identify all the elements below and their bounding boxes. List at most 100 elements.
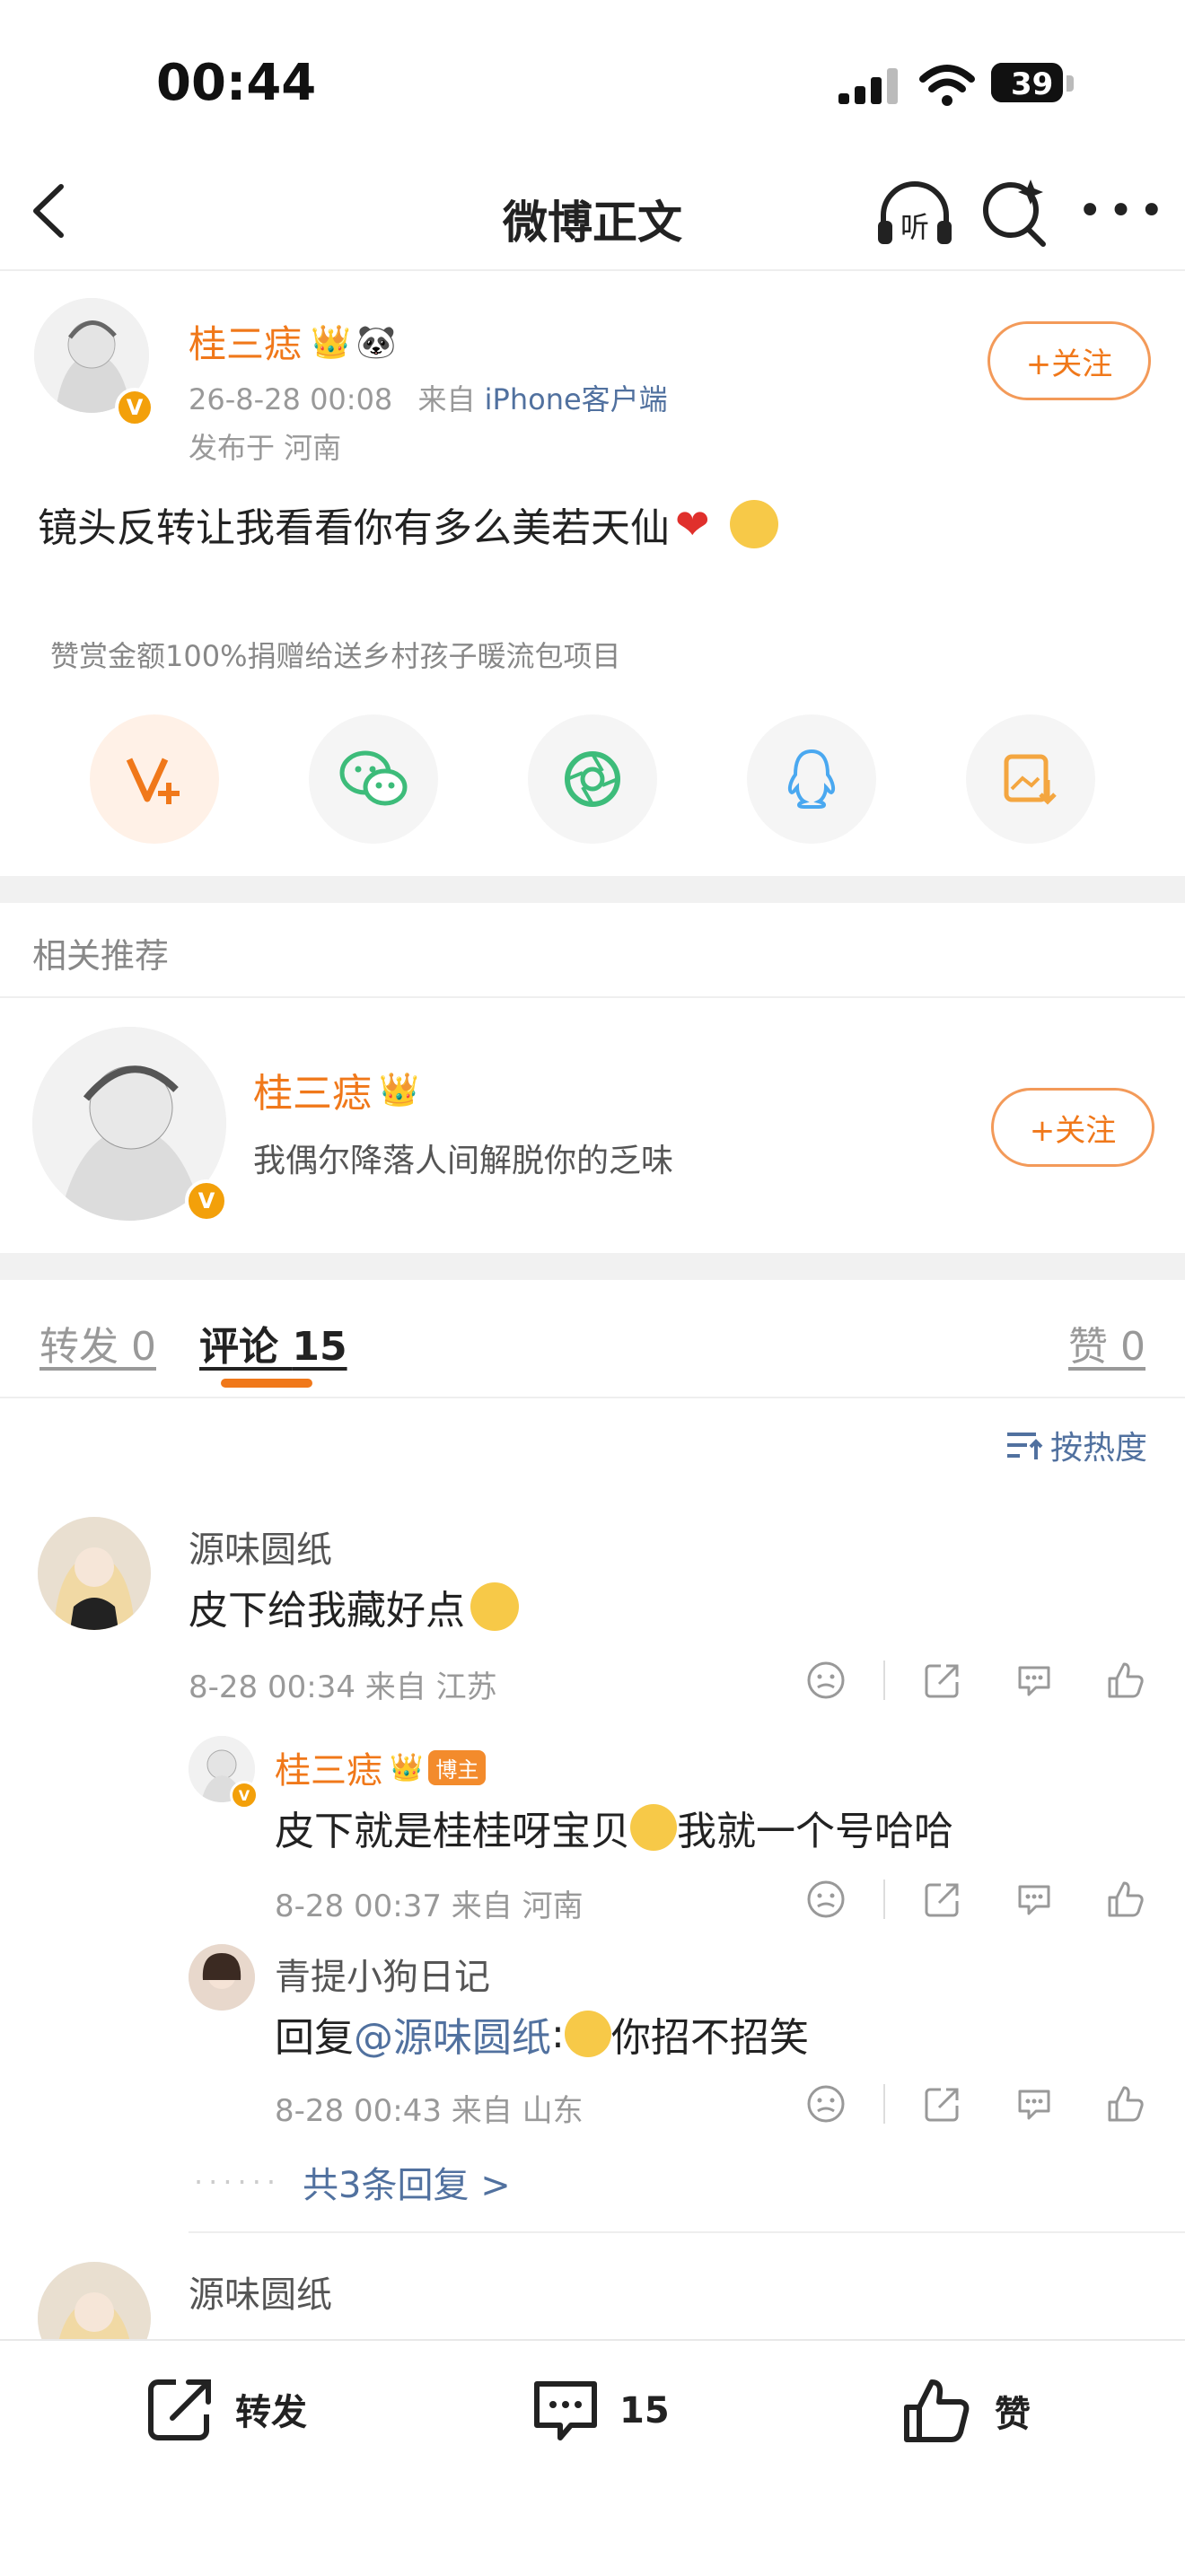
divider bbox=[0, 996, 1185, 998]
comment-author[interactable]: 源味圆纸 bbox=[189, 2265, 332, 2318]
post-source-prefix: 来自 bbox=[417, 382, 476, 416]
share-icon[interactable] bbox=[916, 2077, 970, 2131]
post-content: 镜头反转让我看看你有多么美若天仙 ❤ bbox=[38, 495, 778, 553]
sort-button[interactable]: 按热度 bbox=[1004, 1422, 1147, 1468]
qq-penguin-icon bbox=[787, 749, 836, 809]
comment-icon bbox=[534, 2381, 597, 2440]
save-image-button[interactable] bbox=[966, 714, 1095, 844]
commenter-avatar[interactable] bbox=[38, 1517, 151, 1630]
bottom-repost-label: 转发 bbox=[235, 2392, 307, 2433]
blush-emoji-icon bbox=[729, 500, 778, 548]
tab-repost[interactable]: 转发 0 bbox=[40, 1314, 156, 1371]
action-separator bbox=[883, 2084, 885, 2124]
tab-comment-count: 15 bbox=[292, 1324, 347, 1370]
share-qq-button[interactable] bbox=[747, 714, 876, 844]
tab-comments[interactable]: 评论 15 bbox=[199, 1314, 347, 1371]
reply-text-c: 你招不招笑 bbox=[610, 2015, 809, 2061]
bottom-comment-count: 15 bbox=[619, 2390, 670, 2431]
reply-text-b: : bbox=[551, 2011, 565, 2057]
more-options-icon[interactable]: ••• bbox=[1077, 186, 1164, 236]
search-icon[interactable] bbox=[979, 176, 1050, 250]
dislike-icon[interactable] bbox=[799, 1872, 853, 1926]
tab-active-indicator bbox=[221, 1379, 312, 1388]
reply-icon[interactable] bbox=[1007, 1872, 1061, 1926]
reply-actions bbox=[799, 1872, 1153, 1926]
follow-button[interactable]: +关注 bbox=[988, 321, 1151, 400]
reply-meta: 8-28 00:37 来自 河南 bbox=[275, 1888, 584, 1924]
section-divider bbox=[0, 876, 1185, 903]
share-icon[interactable] bbox=[916, 1653, 970, 1707]
reply-author-text: 桂三痣 bbox=[275, 1750, 382, 1792]
reply-text: 回复 @源味圆纸 : 你招不招笑 bbox=[275, 2005, 809, 2063]
dislike-icon[interactable] bbox=[799, 2077, 853, 2131]
heart-emoji-icon: ❤ bbox=[675, 500, 710, 548]
reply-text-b: 我就一个号哈哈 bbox=[677, 1809, 953, 1854]
post-content-text: 镜头反转让我看看你有多么美若天仙 bbox=[38, 505, 670, 551]
sort-label: 按热度 bbox=[1050, 1430, 1148, 1467]
laugh-cry-emoji-icon bbox=[470, 1582, 519, 1631]
share-wechat-button[interactable] bbox=[309, 714, 438, 844]
battery-level: 39 bbox=[1011, 66, 1054, 102]
verified-badge-icon: V bbox=[230, 1781, 259, 1809]
tab-repost-label: 转发 bbox=[40, 1324, 118, 1370]
reply-text-a: 皮下就是桂桂呀宝贝 bbox=[275, 1809, 630, 1854]
listen-headphones-icon[interactable]: 听 bbox=[874, 176, 955, 250]
battery-icon: 39 bbox=[991, 63, 1074, 108]
reply-meta: 8-28 00:43 来自 山东 bbox=[275, 2093, 584, 2129]
tab-like-label: 赞 bbox=[1068, 1324, 1108, 1370]
related-title: 相关推荐 bbox=[32, 936, 170, 976]
bottom-repost-button[interactable]: 转发 bbox=[145, 2375, 307, 2443]
panda-badge-icon: 🐼 bbox=[356, 323, 397, 361]
author-badge: 博主 bbox=[428, 1749, 487, 1785]
action-separator bbox=[883, 1879, 885, 1919]
share-moments-button[interactable] bbox=[528, 714, 657, 844]
related-description: 我偶尔降落人间解脱你的乏味 bbox=[253, 1143, 674, 1179]
reply-actions bbox=[799, 2077, 1153, 2131]
crown-badge-icon: 👑 bbox=[379, 1072, 419, 1108]
cellular-signal-icon bbox=[838, 68, 898, 104]
like-icon[interactable] bbox=[1099, 1872, 1153, 1926]
tab-like-count: 0 bbox=[1120, 1324, 1146, 1370]
reply-icon[interactable] bbox=[1007, 2077, 1061, 2131]
reply-text-a: 回复 bbox=[275, 2015, 354, 2061]
share-icon[interactable] bbox=[916, 1872, 970, 1926]
reply-text: 皮下就是桂桂呀宝贝 我就一个号哈哈 bbox=[275, 1799, 953, 1856]
bottom-like-label: 赞 bbox=[995, 2394, 1031, 2435]
post-author-name[interactable]: 桂三痣 👑 🐼 bbox=[189, 314, 397, 369]
crown-badge-icon: 👑 bbox=[390, 1751, 424, 1783]
share-row bbox=[0, 709, 1185, 844]
related-name[interactable]: 桂三痣 👑 bbox=[253, 1061, 419, 1118]
dislike-icon[interactable] bbox=[799, 1653, 853, 1707]
status-time: 00:44 bbox=[156, 54, 317, 112]
tab-likes[interactable]: 赞 0 bbox=[1068, 1314, 1146, 1371]
reply-avatar[interactable] bbox=[189, 1944, 255, 2011]
related-name-text: 桂三痣 bbox=[253, 1071, 372, 1117]
comment-author[interactable]: 源味圆纸 bbox=[189, 1520, 332, 1573]
comment-text-body: 皮下给我藏好点 bbox=[189, 1588, 465, 1634]
mention-link[interactable]: @源味圆纸 bbox=[354, 2005, 551, 2063]
post-client-link[interactable]: iPhone客户端 bbox=[485, 382, 668, 416]
moments-shutter-icon bbox=[565, 751, 620, 807]
wechat-icon bbox=[339, 750, 408, 806]
action-separator bbox=[883, 1660, 885, 1700]
like-icon[interactable] bbox=[1099, 1653, 1153, 1707]
sort-icon bbox=[1007, 1433, 1043, 1459]
repost-icon bbox=[148, 2379, 211, 2440]
bottom-comment-button[interactable]: 15 bbox=[530, 2375, 670, 2447]
post-author-text: 桂三痣 bbox=[189, 322, 303, 366]
reward-button[interactable] bbox=[90, 714, 219, 844]
save-image-icon bbox=[1004, 754, 1057, 805]
like-icon[interactable] bbox=[1099, 2077, 1153, 2131]
comment-meta: 8-28 00:34 来自 江苏 bbox=[189, 1669, 497, 1705]
reply-icon[interactable] bbox=[1007, 1653, 1061, 1707]
reply-author[interactable]: 青提小狗日记 bbox=[275, 1948, 490, 2000]
post-meta: 26-8-28 00:08 来自 iPhone客户端 bbox=[189, 377, 668, 418]
reply-author[interactable]: 桂三痣 👑 博主 bbox=[275, 1741, 487, 1793]
more-replies-link[interactable]: 共3条回复 > bbox=[303, 2156, 511, 2208]
comment-actions bbox=[799, 1653, 1153, 1707]
section-divider bbox=[0, 1253, 1185, 1280]
related-follow-button[interactable]: +关注 bbox=[991, 1088, 1154, 1167]
donate-note: 赞赏金额100%捐赠给送乡村孩子暖流包项目 bbox=[50, 639, 621, 673]
more-replies-row[interactable]: ······ 共3条回复 > bbox=[194, 2156, 511, 2208]
bottom-like-button[interactable]: 赞 bbox=[901, 2375, 1031, 2447]
